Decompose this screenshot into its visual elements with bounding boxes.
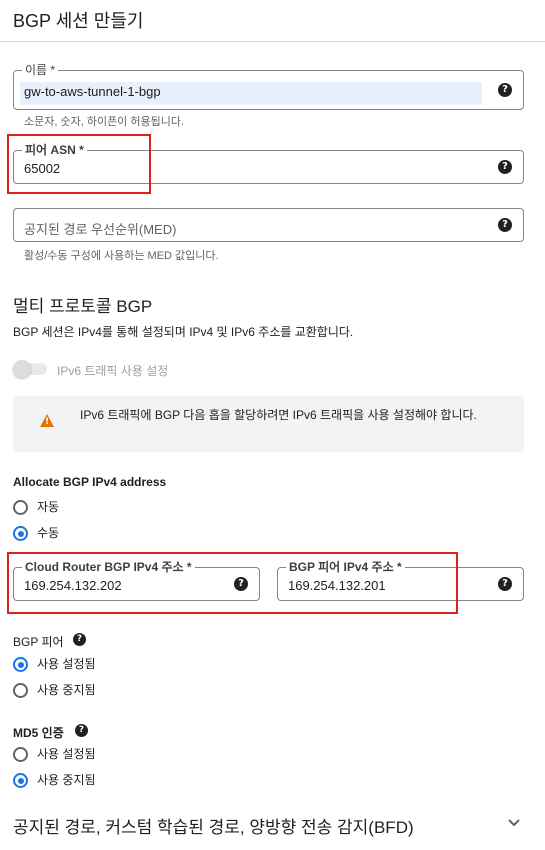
- radio-label: 사용 중지됨: [37, 683, 96, 697]
- allocate-title: Allocate BGP IPv4 address: [13, 475, 167, 489]
- help-icon[interactable]: ?: [498, 577, 512, 591]
- radio-button-selected[interactable]: [13, 657, 28, 672]
- name-field-label: 이름 *: [22, 63, 59, 77]
- help-icon[interactable]: ?: [498, 160, 512, 174]
- ipv6-toggle-label: IPv6 트래픽 사용 설정: [57, 364, 169, 378]
- radio-button-selected[interactable]: [13, 526, 28, 541]
- med-field-placeholder: 공지된 경로 우선순위(MED): [24, 222, 177, 237]
- chevron-down-icon[interactable]: [506, 814, 522, 830]
- highlight-peer-asn: [7, 134, 151, 194]
- radio-button[interactable]: [13, 683, 28, 698]
- radio-label: 사용 설정됨: [37, 657, 96, 671]
- med-field[interactable]: 공지된 경로 우선순위(MED) ?: [13, 208, 524, 242]
- md5-title-text: MD5 인증: [13, 726, 64, 740]
- name-field-hint: 소문자, 숫자, 하이픈이 허용됩니다.: [24, 116, 185, 128]
- warning-text: IPv6 트래픽에 BGP 다음 홉을 할당하려면 IPv6 트래픽을 사용 설…: [80, 408, 477, 422]
- highlight-ip-fields: [7, 552, 458, 614]
- radio-button[interactable]: [13, 500, 28, 515]
- multiprotocol-title: 멀티 프로토콜 BGP: [13, 297, 153, 316]
- warning-mark: !: [45, 417, 50, 427]
- radio-label: 사용 중지됨: [37, 773, 96, 787]
- name-field-value[interactable]: gw-to-aws-tunnel-1-bgp: [24, 84, 161, 99]
- ipv6-toggle[interactable]: [13, 360, 49, 378]
- bgp-peer-title: BGP 피어: [13, 633, 64, 650]
- name-field[interactable]: 이름 * gw-to-aws-tunnel-1-bgp ?: [13, 63, 524, 110]
- radio-label: 수동: [37, 526, 60, 540]
- md5-title: MD5 인증: [13, 724, 64, 741]
- radio-label: 자동: [37, 500, 60, 514]
- med-field-hint: 활성/수동 구성에 사용하는 MED 값입니다.: [24, 250, 219, 262]
- warning-icon: !: [40, 414, 54, 427]
- bgp-peer-title-text: BGP 피어: [13, 635, 64, 649]
- help-icon[interactable]: ?: [75, 724, 88, 737]
- toggle-knob: [13, 360, 31, 378]
- radio-button-selected[interactable]: [13, 773, 28, 788]
- ipv6-warning-banner: ! IPv6 트래픽에 BGP 다음 홉을 할당하려면 IPv6 트래픽을 사용…: [13, 396, 524, 452]
- dialog-header: BGP 세션 만들기: [0, 0, 545, 42]
- help-icon[interactable]: ?: [498, 83, 512, 97]
- advanced-expander-title[interactable]: 공지된 경로, 커스텀 학습된 경로, 양방향 전송 감지(BFD): [13, 813, 414, 838]
- radio-label: 사용 설정됨: [37, 747, 96, 761]
- radio-button[interactable]: [13, 747, 28, 762]
- multiprotocol-description: BGP 세션은 IPv4를 통해 설정되며 IPv4 및 IPv6 주소를 교환…: [13, 325, 354, 339]
- page-title: BGP 세션 만들기: [13, 11, 144, 31]
- help-icon[interactable]: ?: [498, 218, 512, 232]
- help-icon[interactable]: ?: [73, 633, 86, 646]
